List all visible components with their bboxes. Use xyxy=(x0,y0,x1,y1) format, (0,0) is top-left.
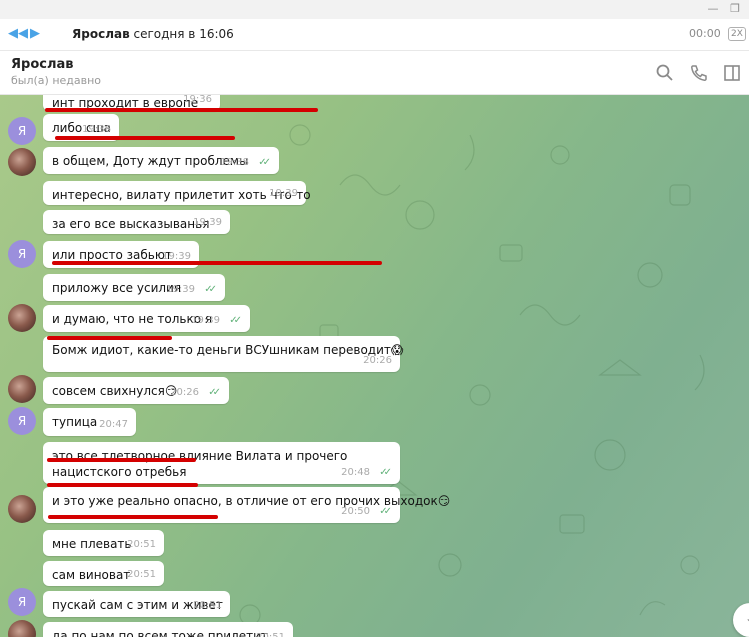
message-bubble[interactable]: Бомж идиот, какие-то деньги ВСУшникам пе… xyxy=(43,336,404,372)
chat-history[interactable]: инт проходит в европе 19:36 либо сша 19:36 в… xyxy=(0,95,749,637)
player-track-date: сегодня в 16:06 xyxy=(133,27,234,41)
message-time: 20:51 xyxy=(127,569,156,580)
red-highlight-underline xyxy=(52,261,382,265)
message-bubble[interactable]: тупица 20:47 xyxy=(43,408,136,436)
message-text: сам виноват xyxy=(52,568,131,582)
avatar-photo[interactable] xyxy=(8,375,36,403)
avatar-photo[interactable] xyxy=(8,148,36,176)
chat-title[interactable]: Ярослав xyxy=(11,57,73,72)
avatar-photo[interactable] xyxy=(8,304,36,332)
read-checkmark-icon: ✓✓ xyxy=(379,506,392,517)
message-time: 19:39 xyxy=(191,315,220,326)
window-titlebar: — ❐ xyxy=(0,0,749,19)
phone-icon[interactable] xyxy=(689,63,709,83)
audio-player-bar: ◀◀ ▶ Ярослав сегодня в 16:06 00:00 2X xyxy=(0,19,749,51)
avatar-photo[interactable] xyxy=(8,495,36,523)
message-time: 20:50 xyxy=(341,506,370,517)
read-checkmark-icon: ✓✓ xyxy=(229,315,242,326)
red-highlight-underline xyxy=(45,108,318,112)
rewind-icon[interactable]: ◀◀ xyxy=(8,25,28,43)
message-time: 19:36 xyxy=(183,95,212,105)
message-time: 19:39 xyxy=(193,217,222,228)
message-time: 20:51 xyxy=(127,539,156,550)
message-time: 20:47 xyxy=(99,419,128,430)
message-bubble[interactable]: мне плевать 20:51 xyxy=(43,530,164,556)
message-bubble[interactable]: совсем свихнулся😏 20:26 ✓✓ xyxy=(43,377,229,404)
red-highlight-underline xyxy=(47,458,196,462)
message-text: тупица xyxy=(52,415,98,429)
message-time: 20:26 xyxy=(363,355,392,366)
message-time: 20:48 xyxy=(341,467,370,478)
red-highlight-underline xyxy=(48,515,218,519)
message-text: в общем, Доту ждут проблемы xyxy=(52,154,249,168)
red-highlight-underline xyxy=(47,336,172,340)
message-text: Бомж идиот, какие-то деньги ВСУшникам пе… xyxy=(52,343,404,357)
message-bubble[interactable]: за его все высказыванья 19:39 xyxy=(43,210,230,234)
message-text: да по нам по всем тоже прилетит xyxy=(52,629,268,637)
message-time: 20:26 xyxy=(170,387,199,398)
playback-speed-button[interactable]: 2X xyxy=(728,27,746,41)
sidebar-icon[interactable] xyxy=(722,63,742,83)
message-bubble[interactable]: да по нам по всем тоже прилетит20:51 xyxy=(43,622,293,637)
message-time: 19:38 xyxy=(220,157,249,168)
chat-status: был(а) недавно xyxy=(11,74,102,87)
message-text: приложу все усилия xyxy=(52,281,182,295)
message-text: совсем свихнулся😏 xyxy=(52,384,178,398)
message-bubble[interactable]: сам виноват 20:51 xyxy=(43,561,164,586)
read-checkmark-icon: ✓✓ xyxy=(204,284,217,295)
avatar-letter[interactable]: Я xyxy=(8,117,36,145)
player-time: 00:00 xyxy=(689,27,721,40)
player-track[interactable]: Ярослав сегодня в 16:06 xyxy=(72,27,234,41)
avatar-letter[interactable]: Я xyxy=(8,588,36,616)
avatar-letter[interactable]: Я xyxy=(8,407,36,435)
chevron-down-icon: ⌄ xyxy=(745,611,749,625)
restore-icon[interactable]: ❐ xyxy=(728,2,742,16)
message-text: и думаю, что не только я xyxy=(52,312,213,326)
play-icon[interactable]: ▶ xyxy=(30,25,40,43)
message-time: 19:39 xyxy=(166,284,195,295)
read-checkmark-icon: ✓✓ xyxy=(379,467,392,478)
message-time: 20:51 xyxy=(193,600,222,611)
red-highlight-underline xyxy=(55,136,235,140)
read-checkmark-icon: ✓✓ xyxy=(208,387,221,398)
read-checkmark-icon: ✓✓ xyxy=(258,157,271,168)
message-bubble[interactable]: это все тлетворное влияние Вилата и проч… xyxy=(43,442,400,484)
red-highlight-underline xyxy=(47,483,198,487)
search-icon[interactable] xyxy=(655,63,675,83)
message-time: 20:51 xyxy=(256,630,285,637)
message-bubble[interactable]: пускай сам с этим и живет 20:51 xyxy=(43,591,230,617)
message-bubble[interactable]: в общем, Доту ждут проблемы 19:38 ✓✓ xyxy=(43,147,279,174)
avatar-letter[interactable]: Я xyxy=(8,240,36,268)
message-bubble[interactable]: приложу все усилия 19:39 ✓✓ xyxy=(43,274,225,301)
message-bubble[interactable]: и думаю, что не только я 19:39 ✓✓ xyxy=(43,305,250,332)
chat-header: Ярослав был(а) недавно xyxy=(0,51,749,95)
message-time: 19:39 xyxy=(269,188,298,199)
message-text: за его все высказыванья xyxy=(52,217,210,231)
message-text: мне плевать xyxy=(52,537,132,551)
message-text: и это уже реально опасно, в отличие от е… xyxy=(52,494,451,508)
minimize-icon[interactable]: — xyxy=(706,2,720,16)
player-track-name: Ярослав xyxy=(72,27,130,41)
message-text: это все тлетворное влияние Вилата и проч… xyxy=(52,449,348,479)
message-bubble[interactable]: интересно, вилату прилетит хоть что-то 19… xyxy=(43,181,311,205)
